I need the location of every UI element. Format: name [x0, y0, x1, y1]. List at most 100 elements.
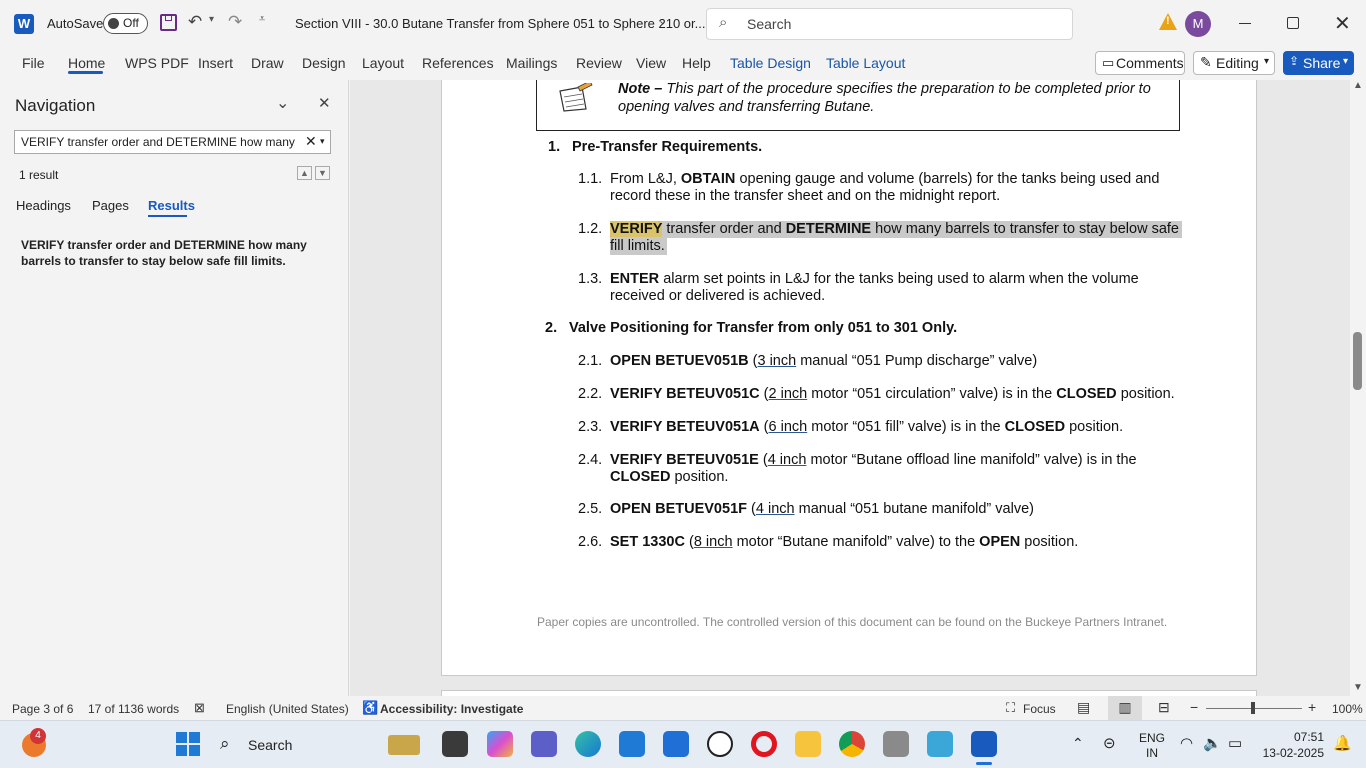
tab-review[interactable]: Review [576, 55, 622, 71]
vertical-scrollbar[interactable]: ▲ ▼ [1350, 80, 1366, 696]
tab-design[interactable]: Design [302, 55, 346, 71]
close-icon[interactable]: ✕ [1334, 11, 1351, 36]
tab-references[interactable]: References [422, 55, 494, 71]
tab-view[interactable]: View [636, 55, 666, 71]
section-2-number: 2. [545, 320, 558, 336]
language[interactable]: English (United States) [226, 702, 349, 716]
store-icon[interactable] [619, 731, 645, 757]
results-tab-underline [148, 215, 187, 217]
nav-close-icon[interactable]: ✕ [318, 94, 331, 112]
tab-insert[interactable]: Insert [198, 55, 233, 71]
title-bar: W AutoSave Off ↶ ▾ ↷ ⩡ Section VIII - 30… [0, 0, 1366, 48]
tab-wps-pdf[interactable]: WPS PDF [125, 55, 189, 71]
start-windows-icon[interactable] [176, 732, 200, 756]
result-line-2: barrels to transfer to stay below safe f… [21, 254, 286, 268]
section-1-number: 1. [548, 139, 561, 155]
scroll-down-icon[interactable]: ▼ [1353, 682, 1363, 693]
zoom-out-icon[interactable]: − [1190, 699, 1198, 715]
redo-icon[interactable]: ↷ [228, 12, 242, 32]
previous-result-icon[interactable]: ▲ [297, 166, 312, 180]
notifications-icon[interactable]: 🔔 [1333, 734, 1352, 752]
tab-mailings[interactable]: Mailings [506, 55, 557, 71]
task-view-icon[interactable] [442, 731, 468, 757]
scroll-up-icon[interactable]: ▲ [1353, 80, 1363, 91]
chrome-icon[interactable] [839, 731, 865, 757]
accessibility-status[interactable]: Accessibility: Investigate [380, 702, 523, 716]
date: 13-02-2025 [1262, 746, 1324, 760]
clock[interactable]: 07:51 13-02-2025 [1258, 729, 1324, 761]
undo-icon[interactable]: ↶ [188, 12, 202, 32]
tab-file[interactable]: File [22, 55, 45, 71]
notification-badge: 4 [30, 728, 46, 744]
copilot-icon[interactable] [487, 731, 513, 757]
nav-tab-results[interactable]: Results [148, 198, 195, 213]
tab-table-design[interactable]: Table Design [730, 55, 811, 71]
page-count[interactable]: Page 3 of 6 [12, 702, 73, 716]
document-page: Note – This part of the procedure specif… [441, 80, 1257, 676]
read-mode-icon[interactable]: ▤ [1077, 699, 1090, 716]
step-1-3-line-2: received or delivered is achieved. [610, 288, 826, 304]
taskbar-search-box[interactable]: ⌕ Search [212, 730, 422, 760]
share-icon: ⇪ [1289, 54, 1300, 68]
network-app-icon[interactable]: ⊝ [1103, 734, 1116, 752]
app-arrow-icon[interactable] [663, 731, 689, 757]
battery-icon[interactable]: ▭ [1228, 734, 1242, 752]
dell-icon[interactable] [707, 731, 733, 757]
customize-qat-icon[interactable]: ⩡ [259, 13, 265, 26]
tab-draw[interactable]: Draw [251, 55, 284, 71]
teams-icon[interactable] [531, 731, 557, 757]
minimize-icon[interactable] [1239, 23, 1251, 24]
taskbar-search-icon: ⌕ [220, 734, 230, 753]
file-explorer-icon[interactable] [795, 731, 821, 757]
chevron-down-icon: ▾ [1264, 56, 1270, 67]
tab-layout[interactable]: Layout [362, 55, 404, 71]
app-cloud-icon[interactable] [927, 731, 953, 757]
share-button[interactable]: ⇪ Share ▾ [1283, 51, 1354, 75]
print-layout-button[interactable]: ▥ [1108, 696, 1142, 720]
word-count[interactable]: 17 of 1136 words [88, 702, 179, 716]
editing-button[interactable]: ✎ Editing ▾ [1193, 51, 1275, 75]
clear-search-icon[interactable]: ✕ [305, 133, 317, 150]
nav-tab-pages[interactable]: Pages [92, 198, 129, 213]
tab-help[interactable]: Help [682, 55, 711, 71]
tab-table-layout[interactable]: Table Layout [826, 55, 905, 71]
wifi-icon[interactable]: ◠ [1180, 734, 1193, 752]
undo-dropdown-icon[interactable]: ▾ [209, 14, 214, 25]
step-2-1-number: 2.1. [578, 353, 603, 369]
language-indicator[interactable]: ENG IN [1139, 731, 1165, 761]
zoom-in-icon[interactable]: + [1308, 699, 1316, 715]
tab-home[interactable]: Home [68, 55, 105, 71]
editing-label: Editing [1216, 55, 1259, 71]
maximize-icon[interactable] [1287, 17, 1299, 29]
next-result-icon[interactable]: ▼ [315, 166, 330, 180]
app-person-icon[interactable] [883, 731, 909, 757]
accessibility-icon: ♿ [362, 700, 379, 715]
search-result-item[interactable]: VERIFY transfer order and DETERMINE how … [21, 237, 331, 269]
web-layout-icon[interactable]: ⊟ [1158, 699, 1170, 716]
nav-search-input[interactable]: VERIFY transfer order and DETERMINE how … [14, 130, 331, 154]
nav-tab-headings[interactable]: Headings [16, 198, 71, 213]
document-canvas[interactable]: Note – This part of the procedure specif… [350, 80, 1350, 696]
autosave-toggle[interactable]: Off [103, 13, 148, 34]
show-hidden-icons-icon[interactable]: ⌃ [1072, 735, 1084, 752]
word-taskbar-icon[interactable] [971, 731, 997, 757]
title-dropdown-icon[interactable]: ⌄ [658, 14, 667, 27]
opera-icon[interactable] [751, 731, 777, 757]
avatar[interactable]: M [1185, 11, 1211, 37]
search-box[interactable]: ⌕ Search [706, 8, 1073, 40]
zoom-slider-thumb[interactable] [1251, 702, 1255, 714]
volume-icon[interactable]: 🔈 [1203, 734, 1222, 752]
save-icon[interactable] [160, 14, 177, 31]
search-options-icon[interactable]: ▾ [320, 136, 325, 147]
scroll-thumb[interactable] [1353, 332, 1362, 390]
edge-icon[interactable] [575, 731, 601, 757]
focus-button[interactable]: Focus [1023, 702, 1056, 716]
zoom-slider[interactable] [1206, 702, 1302, 714]
document-title[interactable]: Section VIII - 30.0 Butane Transfer from… [295, 16, 705, 31]
step-2-4-line-1: VERIFY BETEUV051E (4 inch motor “Butane … [610, 452, 1137, 468]
proofing-icon[interactable]: ⊠ [194, 700, 205, 716]
step-2-5-number: 2.5. [578, 501, 603, 517]
zoom-level[interactable]: 100% [1332, 702, 1363, 716]
comments-button[interactable]: ▭ Comments [1095, 51, 1185, 75]
nav-options-chevron-icon[interactable]: ⌄ [276, 93, 289, 113]
